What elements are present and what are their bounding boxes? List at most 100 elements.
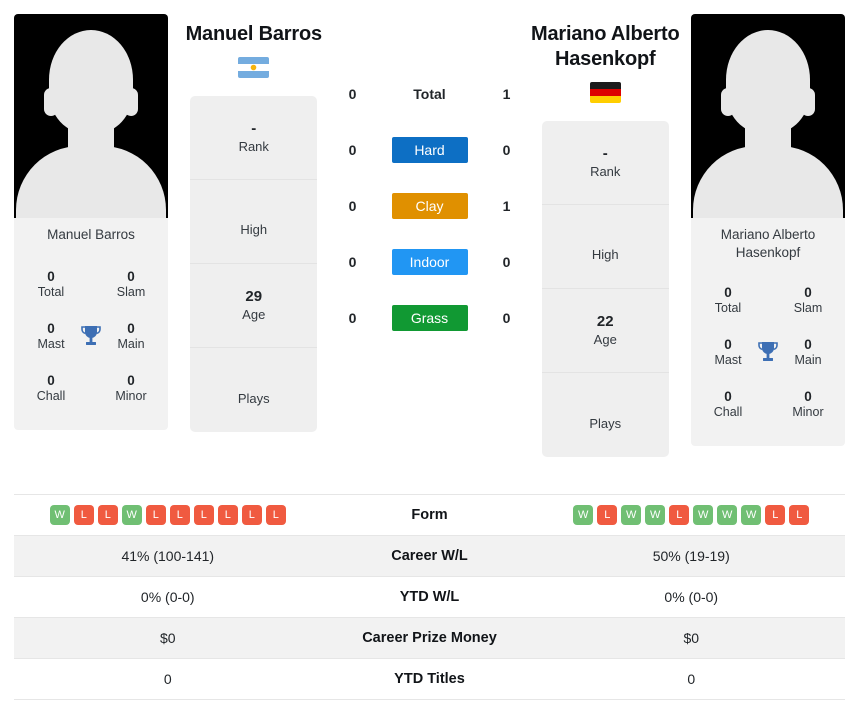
stat-row-career-wl: 41% (100-141) Career W/L 50% (19-19) bbox=[14, 536, 845, 577]
titles-minor-label: Minor bbox=[115, 388, 147, 403]
form-badge-loss[interactable]: L bbox=[789, 505, 810, 525]
form-badge-loss[interactable]: L bbox=[73, 505, 94, 525]
surface-badge-indoor[interactable]: Indoor bbox=[391, 248, 468, 276]
right-player-name[interactable]: Mariano Alberto Hasenkopf bbox=[526, 22, 686, 72]
form-badge-loss[interactable]: L bbox=[145, 505, 166, 525]
h2h-right-count: 0 bbox=[502, 310, 511, 326]
form-badge-win[interactable]: W bbox=[621, 505, 642, 525]
h2h-label-cell: Indoor bbox=[366, 248, 494, 276]
titles-minor-value: 0 bbox=[804, 389, 812, 405]
form-badge-loss[interactable]: L bbox=[217, 505, 238, 525]
left-player-name[interactable]: Manuel Barros bbox=[186, 22, 323, 47]
form-badge-loss[interactable]: L bbox=[765, 505, 786, 525]
form-badge-win[interactable]: W bbox=[645, 505, 666, 525]
avatar-ear-right-shape bbox=[124, 88, 138, 116]
left-player-titles-grid: 0 Total 0 Slam 0 Mast 0 Main 0 Chall 0 M… bbox=[14, 256, 168, 430]
h2h-right-count: 1 bbox=[502, 86, 511, 102]
titles-chall-label: Chall bbox=[36, 388, 66, 403]
profile-high-label: High bbox=[240, 222, 268, 238]
form-badge-loss[interactable]: L bbox=[669, 505, 690, 525]
avatar-ear-right-shape bbox=[801, 88, 815, 116]
surface-badge-hard[interactable]: Hard bbox=[391, 136, 468, 164]
titles-row: 0 Chall 0 Minor bbox=[20, 362, 162, 414]
form-badge-win[interactable]: W bbox=[693, 505, 714, 525]
titles-mast-value: 0 bbox=[47, 320, 55, 336]
profile-high-row: High bbox=[541, 205, 669, 289]
h2h-left-count: 0 bbox=[348, 86, 357, 102]
form-badge-loss[interactable]: L bbox=[597, 505, 618, 525]
avatar-body-shape bbox=[693, 146, 843, 218]
titles-slam-cell: 0 Slam bbox=[108, 269, 154, 300]
form-badge-win[interactable]: W bbox=[741, 505, 762, 525]
right-form-strip: WLWWLWWWLL bbox=[573, 505, 810, 525]
avatar-head-shape bbox=[726, 30, 810, 134]
titles-main-cell: 0 Main bbox=[108, 321, 154, 352]
profile-age-row: 29 Age bbox=[190, 264, 318, 348]
stat-left-value: $0 bbox=[159, 630, 176, 646]
h2h-left-count: 0 bbox=[348, 254, 357, 270]
profile-rank-value: - bbox=[602, 145, 608, 163]
form-badge-loss[interactable]: L bbox=[265, 505, 286, 525]
stat-row-ytd-titles: 0 YTD Titles 0 bbox=[14, 659, 845, 700]
surface-badge-grass[interactable]: Grass bbox=[391, 304, 468, 332]
titles-mast-cell: 0 Mast bbox=[28, 321, 74, 352]
stat-right-value: 0% (0-0) bbox=[664, 589, 719, 605]
left-player-avatar bbox=[14, 14, 168, 218]
right-player-titles-grid: 0 Total 0 Slam 0 Mast 0 Main 0 Chall 0 M… bbox=[691, 272, 845, 446]
avatar-body-shape bbox=[16, 146, 166, 218]
stat-row-label: Career W/L bbox=[391, 548, 468, 564]
stat-right-value: 50% (19-19) bbox=[652, 548, 730, 564]
trophy-icon bbox=[755, 340, 781, 364]
stat-right-value: 0 bbox=[687, 671, 696, 687]
profile-rank-value: - bbox=[251, 120, 257, 138]
avatar-head-shape bbox=[49, 30, 133, 134]
h2h-label-cell: Total bbox=[366, 86, 494, 102]
profile-plays-label: Plays bbox=[589, 415, 622, 431]
profile-rank-row: - Rank bbox=[190, 96, 318, 180]
left-player-photo-card[interactable]: Manuel Barros 0 Total 0 Slam 0 Mast 0 Ma… bbox=[14, 14, 168, 430]
titles-main-value: 0 bbox=[127, 320, 135, 336]
left-player-info: Manuel Barros - Rank High 29 Age Plays bbox=[168, 14, 340, 432]
stat-row-label: YTD W/L bbox=[399, 589, 460, 605]
stat-left-value: 0 bbox=[163, 671, 172, 687]
h2h-label-cell: Hard bbox=[366, 136, 494, 164]
titles-slam-label: Slam bbox=[793, 301, 823, 316]
titles-mast-label: Mast bbox=[714, 353, 742, 368]
h2h-row-clay: 0 Clay 1 bbox=[340, 178, 520, 234]
form-badge-win[interactable]: W bbox=[121, 505, 142, 525]
form-badge-win[interactable]: W bbox=[573, 505, 594, 525]
right-player-profile-card: - Rank High 22 Age Plays bbox=[541, 121, 669, 457]
h2h-left-count: 0 bbox=[348, 142, 357, 158]
trophy-icon bbox=[78, 324, 104, 348]
titles-chall-value: 0 bbox=[47, 372, 55, 388]
titles-slam-label: Slam bbox=[116, 284, 146, 299]
h2h-left-count: 0 bbox=[348, 310, 357, 326]
titles-mast-cell: 0 Mast bbox=[705, 337, 751, 368]
form-badge-win[interactable]: W bbox=[49, 505, 70, 525]
argentina-flag-icon bbox=[238, 57, 270, 78]
h2h-label-cell: Clay bbox=[366, 192, 494, 220]
stat-row-career-prize-money: $0 Career Prize Money $0 bbox=[14, 618, 845, 659]
titles-total-cell: 0 Total bbox=[705, 285, 751, 316]
profile-age-value: 29 bbox=[245, 288, 263, 306]
form-badge-loss[interactable]: L bbox=[193, 505, 214, 525]
germany-flag-icon bbox=[589, 82, 621, 103]
form-badge-win[interactable]: W bbox=[717, 505, 738, 525]
profile-age-row: 22 Age bbox=[541, 289, 669, 373]
head-to-head-column: 0 Total 1 0 Hard 0 0 Clay 1 0 Indoor 0 0 Grass 0 bbox=[340, 14, 520, 346]
form-badge-loss[interactable]: L bbox=[241, 505, 262, 525]
profile-rank-label: Rank bbox=[238, 138, 269, 154]
stat-right-value: $0 bbox=[683, 630, 700, 646]
right-player-photo-card[interactable]: Mariano Alberto Hasenkopf 0 Total 0 Slam bbox=[691, 14, 845, 447]
profile-age-value: 22 bbox=[596, 313, 614, 331]
titles-mast-label: Mast bbox=[37, 336, 65, 351]
titles-main-label: Main bbox=[794, 353, 822, 368]
form-badge-loss[interactable]: L bbox=[97, 505, 118, 525]
profile-plays-row: Plays bbox=[542, 373, 669, 457]
stat-row-label: Career Prize Money bbox=[362, 630, 497, 646]
right-player-avatar bbox=[691, 14, 845, 218]
form-badge-loss[interactable]: L bbox=[169, 505, 190, 525]
stat-row-label: Form bbox=[411, 507, 448, 523]
surface-badge-clay[interactable]: Clay bbox=[391, 192, 468, 220]
h2h-row-hard: 0 Hard 0 bbox=[340, 122, 520, 178]
